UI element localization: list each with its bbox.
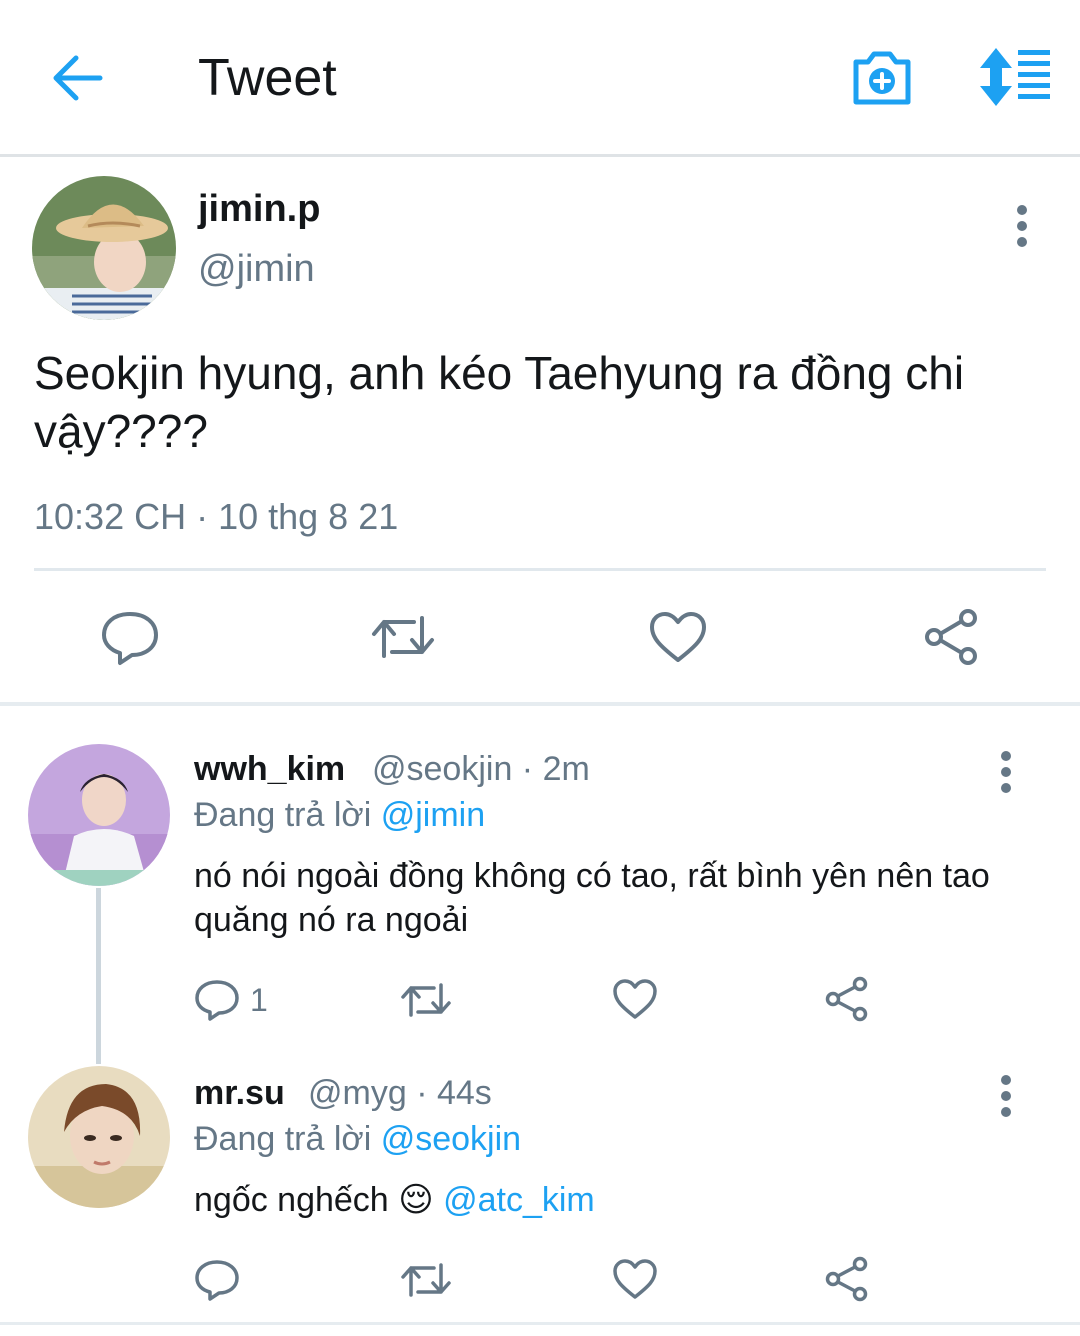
user-handle[interactable]: @jimin xyxy=(198,248,315,291)
retweet-icon[interactable] xyxy=(400,1260,452,1300)
retweet-icon[interactable] xyxy=(370,612,436,662)
divider xyxy=(0,1322,1080,1325)
avatar[interactable] xyxy=(28,744,170,886)
thread-connector xyxy=(96,888,101,1064)
mention-link[interactable]: @atc_kim xyxy=(443,1181,595,1219)
reply-text-content: ngốc nghếch xyxy=(194,1181,389,1219)
reply-icon[interactable] xyxy=(194,978,240,1022)
replying-to-mention[interactable]: @seokjin xyxy=(381,1120,521,1158)
replying-to-mention[interactable]: @jimin xyxy=(381,796,485,834)
reply-text: ngốc nghếch 😌 @atc_kim xyxy=(194,1178,1014,1222)
replying-to-label: Đang trả lời xyxy=(194,796,372,834)
tweet-text: Seokjin hyung, anh kéo Taehyung ra đồng … xyxy=(34,347,965,457)
more-options-icon[interactable] xyxy=(996,750,1016,794)
back-arrow-icon[interactable] xyxy=(48,50,108,106)
reply-count: 1 xyxy=(250,982,268,1018)
like-icon[interactable] xyxy=(612,1258,658,1300)
reply-text: nó nói ngoài đồng không có tao, rất bình… xyxy=(194,857,990,939)
more-options-icon[interactable] xyxy=(1012,204,1032,248)
display-name[interactable]: jimin.p xyxy=(198,188,320,231)
tweet-timestamp[interactable]: 10:32 CH · 10 thg 8 21 xyxy=(34,496,398,538)
relieved-face-emoji: 😌 xyxy=(398,1181,434,1219)
top-app-bar: Tweet xyxy=(0,0,1080,157)
replying-to: Đang trả lời @seokjin xyxy=(194,1120,521,1159)
sort-icon[interactable] xyxy=(976,46,1052,108)
like-icon[interactable] xyxy=(612,978,658,1020)
section-separator xyxy=(0,702,1080,706)
reply-icon[interactable] xyxy=(194,1258,240,1302)
replying-to-label: Đang trả lời xyxy=(194,1120,372,1158)
replying-to: Đang trả lời @jimin xyxy=(194,796,485,835)
reply-icon[interactable] xyxy=(100,608,160,666)
camera-icon[interactable] xyxy=(850,46,914,108)
divider xyxy=(34,568,1046,571)
share-icon[interactable] xyxy=(824,976,870,1022)
share-icon[interactable] xyxy=(824,1256,870,1302)
share-icon[interactable] xyxy=(922,608,980,666)
display-name[interactable]: wwh_kim xyxy=(194,750,345,789)
like-icon[interactable] xyxy=(648,610,708,664)
more-options-icon[interactable] xyxy=(996,1074,1016,1118)
avatar[interactable] xyxy=(28,1066,170,1208)
handle-and-time[interactable]: @myg · 44s xyxy=(308,1074,492,1113)
avatar[interactable] xyxy=(32,176,176,320)
retweet-icon[interactable] xyxy=(400,980,452,1020)
page-title: Tweet xyxy=(198,49,337,107)
display-name[interactable]: mr.su xyxy=(194,1074,285,1113)
handle-and-time[interactable]: @seokjin · 2m xyxy=(372,750,590,789)
